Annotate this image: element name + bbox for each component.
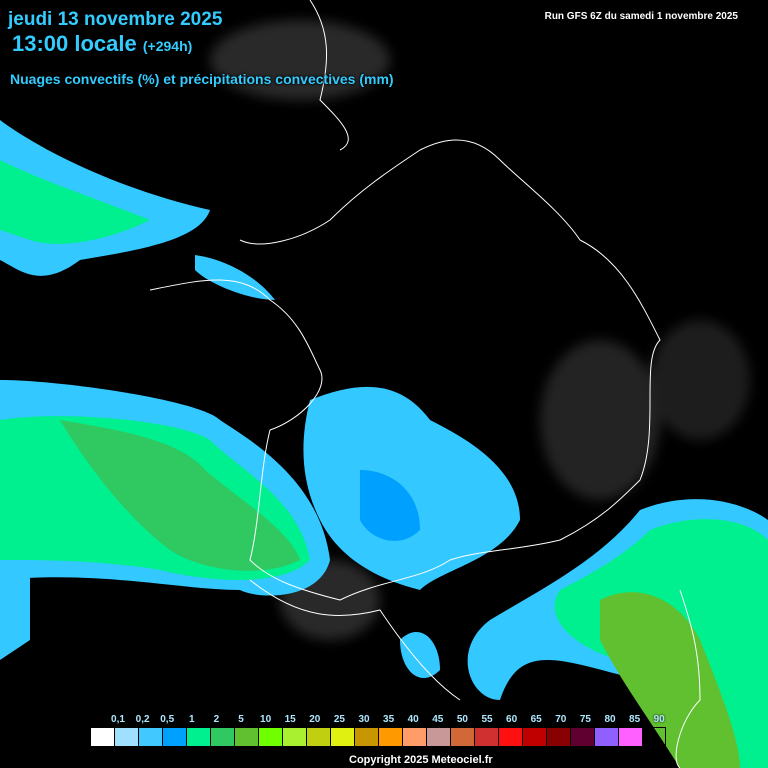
forecast-time: 13:00 locale (+294h) <box>12 31 192 57</box>
legend-label: 10 <box>260 714 272 725</box>
precip-west-atlantic <box>0 380 330 660</box>
legend-label: 50 <box>456 714 468 725</box>
legend-label: 60 <box>506 714 518 725</box>
legend-label: 70 <box>555 714 567 725</box>
legend-swatch <box>523 728 547 746</box>
legend-swatch <box>115 728 139 746</box>
local-time: 13:00 locale <box>12 31 137 56</box>
legend-swatch <box>499 728 523 746</box>
legend-swatch <box>547 728 571 746</box>
legend-swatch <box>355 728 379 746</box>
copyright: Copyright 2025 Meteociel.fr <box>349 754 493 766</box>
legend-label: 25 <box>333 714 345 725</box>
legend-labels: 0,1 0,2 0,5 1 2 5 10 15 20 25 30 35 40 45 50 55 60 65 70 75… <box>90 714 666 727</box>
precip-northwest <box>0 120 275 300</box>
legend-swatch <box>211 728 235 746</box>
legend-swatch <box>259 728 283 746</box>
legend-label: 1 <box>189 714 195 725</box>
legend-label: 75 <box>579 714 591 725</box>
legend-swatch <box>427 728 451 746</box>
legend-label: 0,1 <box>111 714 125 725</box>
legend-label: 20 <box>309 714 321 725</box>
legend-swatch <box>187 728 211 746</box>
legend-swatch <box>91 728 115 746</box>
legend-swatch <box>403 728 427 746</box>
legend-label: 65 <box>530 714 542 725</box>
legend-swatch <box>475 728 499 746</box>
legend-label: 40 <box>407 714 419 725</box>
legend-swatch <box>451 728 475 746</box>
legend-label: 90 <box>653 714 665 725</box>
legend-swatch <box>235 728 259 746</box>
legend-swatch <box>619 728 643 746</box>
lead-time: (+294h) <box>142 38 193 54</box>
legend-swatch <box>331 728 355 746</box>
legend-label: 30 <box>358 714 370 725</box>
legend-swatch <box>307 728 331 746</box>
legend-label: 0,5 <box>160 714 175 725</box>
legend-label: 45 <box>432 714 444 725</box>
forecast-date: jeudi 13 novembre 2025 <box>8 9 223 30</box>
legend-label: 35 <box>383 714 395 725</box>
weather-map: jeudi 13 novembre 2025 13:00 locale (+29… <box>0 0 768 768</box>
legend-label: 2 <box>213 714 220 725</box>
run-info: Run GFS 6Z du samedi 1 novembre 2025 <box>544 11 738 22</box>
legend-label: 5 <box>238 714 244 725</box>
map-subtitle: Nuages convectifs (%) et précipitations … <box>10 71 394 87</box>
legend-swatch <box>283 728 307 746</box>
legend-swatch <box>139 728 163 746</box>
legend-swatch <box>595 728 619 746</box>
map-canvas <box>0 0 768 768</box>
legend-label: 85 <box>629 714 641 725</box>
legend-label: 80 <box>604 714 616 725</box>
legend-swatch <box>163 728 187 746</box>
legend-swatches <box>90 727 666 747</box>
legend-swatch <box>379 728 403 746</box>
legend-swatch <box>571 728 595 746</box>
legend-label: 0,2 <box>135 714 150 725</box>
precip-south-france <box>303 386 520 590</box>
color-legend: 0,1 0,2 0,5 1 2 5 10 15 20 25 30 35 40 45 50 55 60 65 70 75… <box>90 714 666 747</box>
legend-label: 15 <box>284 714 296 725</box>
legend-label: 55 <box>481 714 493 725</box>
